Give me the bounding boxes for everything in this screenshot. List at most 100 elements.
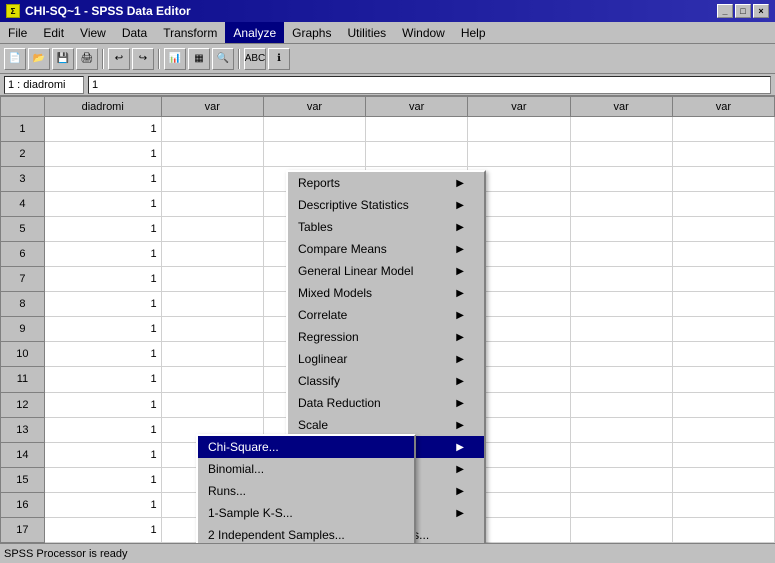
cell-var4[interactable] <box>468 142 570 167</box>
cell-diadromi[interactable]: 1 <box>44 292 161 317</box>
cell-var1[interactable] <box>161 292 263 317</box>
menu-edit[interactable]: Edit <box>35 22 72 43</box>
cell-var6[interactable] <box>672 192 774 217</box>
menu-analyze[interactable]: Analyze <box>225 22 284 43</box>
cell-diadromi[interactable]: 1 <box>44 267 161 292</box>
cell-var5[interactable] <box>570 442 672 467</box>
cell-var6[interactable] <box>672 442 774 467</box>
analyze-menu-item-reports[interactable]: Reports▶ <box>288 172 484 194</box>
cell-diadromi[interactable]: 1 <box>44 242 161 267</box>
col-header-var3[interactable]: var <box>366 97 468 117</box>
cell-var3[interactable] <box>366 117 468 142</box>
menu-view[interactable]: View <box>72 22 114 43</box>
table-row[interactable]: 2 1 <box>1 142 775 167</box>
cell-diadromi[interactable]: 1 <box>44 192 161 217</box>
minimize-button[interactable]: _ <box>717 4 733 18</box>
cell-var5[interactable] <box>570 217 672 242</box>
cell-var1[interactable] <box>161 217 263 242</box>
cell-var6[interactable] <box>672 467 774 492</box>
cell-diadromi[interactable]: 1 <box>44 467 161 492</box>
new-btn[interactable]: 📄 <box>4 48 26 70</box>
cell-var5[interactable] <box>570 292 672 317</box>
submenu-item-1-sample-ks[interactable]: 1-Sample K-S... <box>198 502 414 524</box>
analyze-menu-item-tables[interactable]: Tables▶ <box>288 216 484 238</box>
cell-diadromi[interactable]: 1 <box>44 517 161 542</box>
col-header-var4[interactable]: var <box>468 97 570 117</box>
open-btn[interactable]: 📂 <box>28 48 50 70</box>
menu-utilities[interactable]: Utilities <box>339 22 394 43</box>
nonparametric-submenu[interactable]: Chi-Square...Binomial...Runs...1-Sample … <box>196 434 416 543</box>
col-header-var5[interactable]: var <box>570 97 672 117</box>
close-button[interactable]: × <box>753 4 769 18</box>
cell-var6[interactable] <box>672 392 774 417</box>
cell-var1[interactable] <box>161 367 263 392</box>
find-btn[interactable]: 🔍 <box>212 48 234 70</box>
cell-var5[interactable] <box>570 117 672 142</box>
cell-var5[interactable] <box>570 517 672 542</box>
chart-btn[interactable]: 📊 <box>164 48 186 70</box>
cell-var1[interactable] <box>161 242 263 267</box>
cell-var6[interactable] <box>672 417 774 442</box>
cell-var6[interactable] <box>672 217 774 242</box>
cell-var6[interactable] <box>672 517 774 542</box>
col-header-var1[interactable]: var <box>161 97 263 117</box>
cell-diadromi[interactable]: 1 <box>44 142 161 167</box>
cell-var5[interactable] <box>570 267 672 292</box>
cell-var6[interactable] <box>672 267 774 292</box>
menu-window[interactable]: Window <box>394 22 453 43</box>
cell-var2[interactable] <box>263 142 365 167</box>
info-btn[interactable]: ℹ <box>268 48 290 70</box>
analyze-menu-item-loglinear[interactable]: Loglinear▶ <box>288 348 484 370</box>
cell-var5[interactable] <box>570 167 672 192</box>
submenu-item-binomial[interactable]: Binomial... <box>198 458 414 480</box>
analyze-menu-item-classify[interactable]: Classify▶ <box>288 370 484 392</box>
cell-diadromi[interactable]: 1 <box>44 367 161 392</box>
cell-diadromi[interactable]: 1 <box>44 492 161 517</box>
cell-var5[interactable] <box>570 367 672 392</box>
cell-diadromi[interactable]: 1 <box>44 167 161 192</box>
cell-diadromi[interactable]: 1 <box>44 317 161 342</box>
cell-var5[interactable] <box>570 492 672 517</box>
cell-var6[interactable] <box>672 117 774 142</box>
spell-btn[interactable]: ABC <box>244 48 266 70</box>
cell-var4[interactable] <box>468 117 570 142</box>
cell-var5[interactable] <box>570 392 672 417</box>
menu-file[interactable]: File <box>0 22 35 43</box>
cell-var5[interactable] <box>570 417 672 442</box>
cell-var6[interactable] <box>672 342 774 367</box>
save-btn[interactable]: 💾 <box>52 48 74 70</box>
cell-var6[interactable] <box>672 142 774 167</box>
cell-diadromi[interactable]: 1 <box>44 417 161 442</box>
cell-var1[interactable] <box>161 192 263 217</box>
cell-var1[interactable] <box>161 167 263 192</box>
cell-var5[interactable] <box>570 192 672 217</box>
cell-var6[interactable] <box>672 317 774 342</box>
analyze-menu-item-descriptive[interactable]: Descriptive Statistics▶ <box>288 194 484 216</box>
cell-var2[interactable] <box>263 117 365 142</box>
cell-var5[interactable] <box>570 242 672 267</box>
cell-var1[interactable] <box>161 317 263 342</box>
cell-var1[interactable] <box>161 392 263 417</box>
cell-diadromi[interactable]: 1 <box>44 217 161 242</box>
table-row[interactable]: 1 1 <box>1 117 775 142</box>
print-btn[interactable]: 🖨 <box>76 48 98 70</box>
cell-var6[interactable] <box>672 292 774 317</box>
analyze-menu-item-correlate[interactable]: Correlate▶ <box>288 304 484 326</box>
submenu-item-runs[interactable]: Runs... <box>198 480 414 502</box>
analyze-menu-item-compare-means[interactable]: Compare Means▶ <box>288 238 484 260</box>
cell-diadromi[interactable]: 1 <box>44 442 161 467</box>
cell-var5[interactable] <box>570 467 672 492</box>
cell-var1[interactable] <box>161 342 263 367</box>
menu-graphs[interactable]: Graphs <box>284 22 339 43</box>
menu-data[interactable]: Data <box>114 22 155 43</box>
analyze-menu-item-general-linear[interactable]: General Linear Model▶ <box>288 260 484 282</box>
analyze-menu-item-data-reduction[interactable]: Data Reduction▶ <box>288 392 484 414</box>
cell-diadromi[interactable]: 1 <box>44 117 161 142</box>
col-header-var2[interactable]: var <box>263 97 365 117</box>
cell-var1[interactable] <box>161 117 263 142</box>
cell-var6[interactable] <box>672 167 774 192</box>
cell-var6[interactable] <box>672 492 774 517</box>
submenu-item-chi-square[interactable]: Chi-Square... <box>198 436 414 458</box>
analyze-menu-item-scale[interactable]: Scale▶ <box>288 414 484 436</box>
maximize-button[interactable]: □ <box>735 4 751 18</box>
